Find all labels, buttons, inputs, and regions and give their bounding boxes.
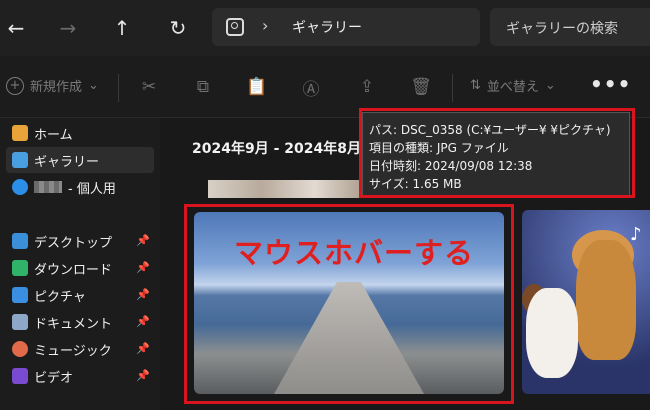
- sidebar-item-videos[interactable]: ビデオ 📌: [6, 363, 154, 389]
- sidebar-item-desktop[interactable]: デスクトップ 📌: [6, 228, 154, 254]
- pin-icon: 📌: [136, 369, 150, 382]
- copy-icon[interactable]: ⧉: [192, 76, 214, 98]
- gallery-icon: [12, 152, 28, 168]
- up-arrow-icon[interactable]: ↑: [108, 14, 136, 42]
- chevron-down-icon: ⌄: [88, 78, 99, 93]
- forward-arrow-icon[interactable]: →: [54, 14, 82, 42]
- search-placeholder: ギャラリーの検索: [506, 21, 618, 37]
- music-note-icon: ♪: [630, 224, 642, 245]
- new-button-label: 新規作成: [30, 80, 83, 95]
- sidebar-item-downloads[interactable]: ダウンロード 📌: [6, 255, 154, 281]
- dog-image: [526, 288, 578, 378]
- highlight-frame: [184, 204, 514, 404]
- home-icon: [12, 125, 28, 141]
- photo-thumbnail[interactable]: [208, 180, 368, 198]
- sidebar-item-pictures[interactable]: ピクチャ 📌: [6, 282, 154, 308]
- sort-icon: ⇅: [470, 78, 481, 93]
- highlight-frame: [359, 108, 635, 198]
- delete-icon[interactable]: 🗑: [410, 76, 432, 98]
- sidebar-item-gallery[interactable]: ギャラリー: [6, 147, 154, 173]
- pictures-icon: [12, 287, 28, 303]
- breadcrumb-gallery[interactable]: ギャラリー: [292, 17, 362, 37]
- search-input[interactable]: ギャラリーの検索: [490, 8, 650, 46]
- sidebar-item-label: ピクチャ: [34, 289, 86, 305]
- sort-button-label: 並べ替え: [486, 80, 539, 95]
- cut-icon[interactable]: ✂: [138, 76, 160, 98]
- sort-button[interactable]: ⇅ 並べ替え ⌄: [470, 76, 556, 95]
- dog-image: [576, 240, 636, 360]
- gallery-icon: [226, 18, 244, 36]
- back-arrow-icon[interactable]: ←: [2, 14, 30, 42]
- sidebar-item-home[interactable]: ホーム: [6, 120, 154, 146]
- plus-icon: +: [6, 76, 24, 95]
- documents-icon: [12, 314, 28, 330]
- chevron-right-icon[interactable]: ›: [262, 16, 268, 35]
- sidebar-item-label: ギャラリー: [34, 154, 100, 170]
- toolbar-divider: [452, 74, 453, 102]
- sidebar-item-label: ドキュメント: [34, 316, 113, 332]
- pin-icon: 📌: [136, 261, 150, 274]
- navigation-pane: ホーム ギャラリー - 個人用 デスクトップ 📌 ダウンロード 📌 ピクチャ 📌…: [0, 118, 160, 410]
- sidebar-item-label: ミュージック: [34, 343, 112, 359]
- address-bar-row: ← → ↑ ↻ › ギャラリー ギャラリーの検索: [0, 0, 650, 56]
- sidebar-item-label: - 個人用: [68, 181, 116, 197]
- sidebar-item-label: ホーム: [34, 127, 73, 143]
- new-button[interactable]: + 新規作成 ⌄: [6, 76, 99, 95]
- address-bar[interactable]: › ギャラリー: [212, 8, 480, 46]
- chevron-down-icon: ⌄: [544, 78, 556, 93]
- pin-icon: 📌: [136, 234, 150, 247]
- onedrive-icon: [12, 179, 28, 195]
- rename-icon[interactable]: Ⓐ: [300, 76, 322, 100]
- sidebar-item-label: ダウンロード: [34, 262, 113, 278]
- video-icon: [12, 368, 28, 384]
- date-group-heading: 2024年9月 - 2024年8月: [192, 141, 361, 157]
- sidebar-item-documents[interactable]: ドキュメント 📌: [6, 309, 154, 335]
- share-icon[interactable]: ⇪: [356, 76, 378, 98]
- music-icon: [12, 341, 28, 357]
- sidebar-item-label: デスクトップ: [34, 235, 113, 251]
- sidebar-item-onedrive[interactable]: - 個人用: [6, 174, 154, 200]
- toolbar-divider: [118, 74, 119, 102]
- refresh-icon[interactable]: ↻: [164, 14, 192, 42]
- paste-icon[interactable]: 📋: [246, 76, 268, 98]
- desktop-icon: [12, 233, 28, 249]
- pin-icon: 📌: [136, 288, 150, 301]
- sidebar-item-label: ビデオ: [34, 370, 74, 386]
- download-icon: [12, 260, 28, 276]
- more-options-button[interactable]: •••: [590, 72, 631, 96]
- pin-icon: 📌: [136, 342, 150, 355]
- pin-icon: 📌: [136, 315, 150, 328]
- sidebar-item-music[interactable]: ミュージック 📌: [6, 336, 154, 362]
- blurred-username: [34, 181, 62, 193]
- photo-thumbnail[interactable]: ♪: [522, 210, 650, 394]
